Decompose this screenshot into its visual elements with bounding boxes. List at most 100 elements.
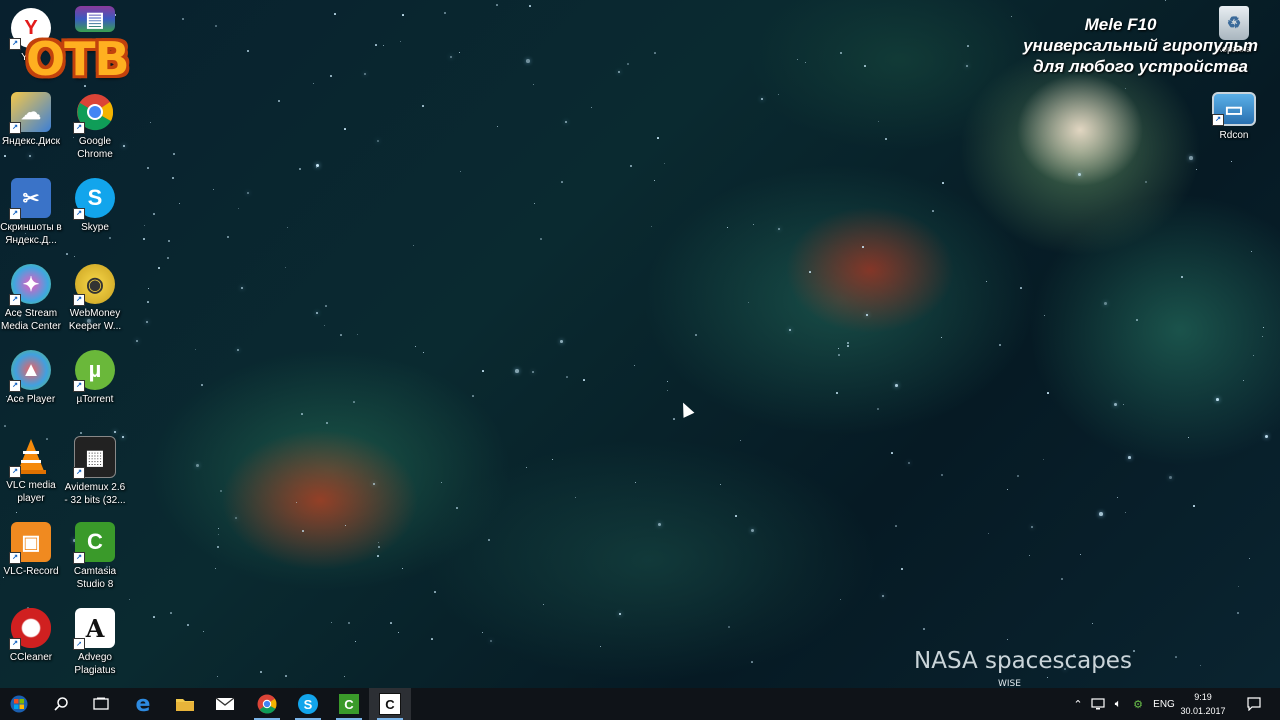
taskbar-skype[interactable]: S xyxy=(287,688,329,720)
star xyxy=(735,515,737,517)
star xyxy=(658,523,662,527)
desktop-icon-label: VLC-Record xyxy=(3,566,59,577)
star xyxy=(864,65,866,67)
action-center-button[interactable] xyxy=(1240,688,1268,720)
star xyxy=(482,370,484,372)
star xyxy=(789,329,792,332)
desktop-icon-ace-stream[interactable]: ✦ ↗ Ace Stream Media Center xyxy=(0,264,63,333)
star xyxy=(654,180,656,182)
desktop-icon-label: VLC media player xyxy=(6,480,56,504)
mail-icon xyxy=(215,697,235,710)
star xyxy=(895,384,898,387)
tray-network[interactable] xyxy=(1088,688,1108,720)
star xyxy=(720,484,722,486)
star xyxy=(533,84,535,86)
star xyxy=(1007,489,1009,491)
star xyxy=(497,126,499,128)
search-button[interactable] xyxy=(40,688,82,720)
star xyxy=(618,71,621,74)
star xyxy=(543,604,545,606)
task-view-button[interactable] xyxy=(80,688,122,720)
show-hidden-icons-button[interactable]: ⌃ xyxy=(1070,688,1086,720)
star xyxy=(908,462,911,465)
taskbar-edge[interactable]: e xyxy=(122,688,164,720)
desktop-icon-google-chrome[interactable]: ↗ Google Chrome xyxy=(63,92,127,161)
star xyxy=(334,13,336,15)
star xyxy=(1193,505,1195,507)
desktop-icon-label: CCleaner xyxy=(9,652,53,663)
star xyxy=(217,676,219,678)
star xyxy=(1114,403,1117,406)
star xyxy=(552,459,554,461)
desktop-icon-rdcon[interactable]: ▭ ↗ Rdcon xyxy=(1202,92,1266,142)
star xyxy=(16,512,18,514)
desktop-icon-camtasia[interactable]: C ↗ Camtasia Studio 8 xyxy=(63,522,127,591)
promo-line-1: универсальный гиропульт xyxy=(1023,36,1258,55)
star xyxy=(1216,398,1219,401)
network-monitor-icon xyxy=(1091,698,1105,710)
desktop-icon-ace-player[interactable]: ▲ ↗ Ace Player xyxy=(0,350,63,406)
desktop-icon-label: Яндекс.Диск xyxy=(1,136,61,147)
start-button[interactable] xyxy=(0,688,38,720)
star xyxy=(237,349,240,352)
desktop-icon-label: Rdcon xyxy=(1219,130,1249,141)
star xyxy=(66,253,68,255)
tray-language[interactable]: ENG xyxy=(1150,688,1178,720)
desktop-icon-screenshots[interactable]: ✂ ↗ Скриншоты в Яндекс.Д... xyxy=(0,178,63,247)
desktop-icon-advego[interactable]: A ↗ Advego Plagiatus xyxy=(63,608,127,677)
taskbar-camtasia[interactable]: C xyxy=(328,688,370,720)
taskbar-mail[interactable] xyxy=(204,688,246,720)
desktop-icon-avidemux[interactable]: ▦ ↗ Avidemux 2.6 - 32 bits (32... xyxy=(63,436,127,507)
star xyxy=(1200,665,1202,667)
star xyxy=(619,613,622,616)
ace-stream-icon: ✦ ↗ xyxy=(9,264,51,306)
desktop-icon-webmoney[interactable]: ◉ ↗ WebMoney Keeper W... xyxy=(63,264,127,333)
desktop-icon-ccleaner[interactable]: ↗ CCleaner xyxy=(0,608,63,664)
desktop-icon-winrar[interactable]: ▤ xyxy=(63,6,127,32)
star xyxy=(740,440,742,442)
star xyxy=(591,107,593,109)
star xyxy=(797,59,798,60)
star xyxy=(260,671,262,673)
star xyxy=(941,474,943,476)
star xyxy=(201,384,203,386)
desktop-icon-label: Ace Stream Media Center xyxy=(0,308,62,332)
taskbar-file-explorer[interactable] xyxy=(164,688,206,720)
desktop-icon-label: Camtasia Studio 8 xyxy=(73,566,117,590)
desktop-icon-vlc[interactable]: ↗ VLC media player xyxy=(0,436,63,505)
notification-icon xyxy=(1247,697,1261,711)
star xyxy=(753,224,755,226)
star xyxy=(727,227,729,229)
desktop-icon-skype[interactable]: S ↗ Skype xyxy=(63,178,127,234)
star xyxy=(153,213,155,215)
star xyxy=(496,4,498,6)
desktop-icon-utorrent[interactable]: µ ↗ µTorrent xyxy=(63,350,127,406)
tray-clock[interactable]: 9:19 30.01.2017 xyxy=(1176,690,1230,718)
star xyxy=(400,41,402,43)
taskbar-chrome[interactable] xyxy=(246,688,288,720)
star xyxy=(836,392,838,394)
desktop-icon-vlc-record[interactable]: ▣ ↗ VLC-Record xyxy=(0,522,63,578)
star xyxy=(761,98,764,101)
star xyxy=(1237,612,1239,614)
star xyxy=(287,227,289,229)
star xyxy=(378,546,380,548)
star xyxy=(195,349,197,351)
star xyxy=(29,155,32,158)
tray-app[interactable]: ⚙ xyxy=(1128,688,1148,720)
star xyxy=(377,140,380,143)
star xyxy=(402,14,404,16)
star xyxy=(667,390,669,392)
star xyxy=(316,164,320,168)
star xyxy=(196,464,200,468)
star xyxy=(565,121,568,124)
tray-volume[interactable]: 🔈︎ xyxy=(1108,688,1128,720)
star xyxy=(344,128,346,130)
star xyxy=(472,395,474,397)
search-icon xyxy=(54,697,68,711)
taskbar-camtasia-recorder[interactable]: C xyxy=(369,688,411,720)
star xyxy=(413,245,415,247)
taskbar: e S C C ⌃ 🔈︎ ⚙ ENG 9:19 30.01.2017 xyxy=(0,688,1280,720)
desktop-icon-yandex-disk[interactable]: ☁ ↗ Яндекс.Диск xyxy=(0,92,63,148)
star xyxy=(378,542,380,544)
